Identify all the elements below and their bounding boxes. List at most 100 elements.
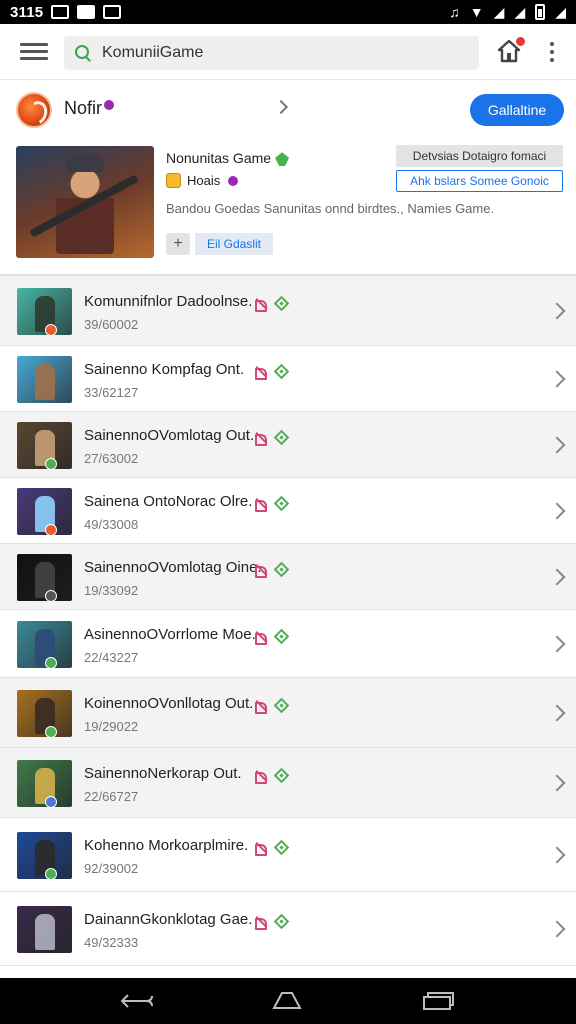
chevron-right-icon[interactable] xyxy=(548,502,566,520)
chevron-right-icon[interactable] xyxy=(548,774,566,792)
diamond-icon[interactable] xyxy=(273,561,290,578)
list-item-subtitle: 22/66727 xyxy=(84,789,139,804)
diamond-icon[interactable] xyxy=(273,295,290,312)
list-item[interactable]: Sainena OntoNorac Olre. 49/33008 xyxy=(0,478,576,544)
diamond-icon[interactable] xyxy=(273,495,290,512)
status-badge xyxy=(45,590,57,602)
featured-description: Bandou Goedas Sanunitas onnd birdtes., N… xyxy=(166,201,495,216)
mute-icon[interactable] xyxy=(254,563,267,578)
status-bar: 3115 ♫ ▼ ◢ ◢ ◢ xyxy=(0,0,576,24)
chevron-right-icon[interactable] xyxy=(548,568,566,586)
mute-icon[interactable] xyxy=(254,699,267,714)
diamond-icon[interactable] xyxy=(273,767,290,784)
list-item-subtitle: 92/39002 xyxy=(84,861,139,876)
list-item[interactable]: SainennoOVomlotag Out. 27/63002 xyxy=(0,412,576,478)
outline-pill-button[interactable]: Ahk bslars Somee Gonoic xyxy=(396,170,563,192)
mute-icon[interactable] xyxy=(254,915,267,930)
diamond-icon[interactable] xyxy=(273,363,290,380)
list-item-subtitle: 19/29022 xyxy=(84,719,139,734)
list-item-title: Sainena OntoNorac Olre. xyxy=(84,493,253,510)
mute-icon[interactable] xyxy=(254,365,267,380)
list-item-subtitle: 27/63002 xyxy=(84,451,139,466)
game-list: Komunnifnlor Dadoolnse. 39/60002 Sainenno … xyxy=(0,276,576,966)
diamond-icon[interactable] xyxy=(273,913,290,930)
avatar[interactable] xyxy=(16,92,52,128)
list-item-icons xyxy=(254,697,290,714)
verified-icon xyxy=(104,100,115,110)
wifi-icon: ▼ xyxy=(469,4,484,20)
battery-icon xyxy=(535,4,546,20)
mute-icon[interactable] xyxy=(254,630,267,645)
status-badge xyxy=(45,458,57,470)
list-item-icons xyxy=(254,767,290,784)
leaf-icon xyxy=(275,152,290,167)
tag-chip[interactable]: Eil Gdaslit xyxy=(195,233,273,255)
home-nav-icon[interactable] xyxy=(272,990,302,1010)
chevron-right-icon[interactable] xyxy=(548,846,566,864)
status-badge xyxy=(45,657,57,669)
game-thumbnail xyxy=(17,356,72,403)
mute-icon[interactable] xyxy=(254,769,267,784)
list-item[interactable]: KoinennoOVonllotag Out. 19/29022 xyxy=(0,678,576,748)
list-item[interactable]: Kohenno Morkoarpl​mire. 92/39002 xyxy=(0,818,576,892)
menu-icon[interactable] xyxy=(20,43,48,60)
profile-row: Nofir Gallaltine xyxy=(0,84,576,136)
list-item-icons xyxy=(254,913,290,930)
list-item[interactable]: Komunnifnlor Dadoolnse. 39/60002 xyxy=(0,276,576,346)
navigation-bar xyxy=(0,978,576,1024)
mute-icon[interactable] xyxy=(254,841,267,856)
diamond-icon[interactable] xyxy=(273,429,290,446)
notification-icon xyxy=(51,5,70,19)
status-badge xyxy=(45,524,57,536)
diamond-icon[interactable] xyxy=(273,839,290,856)
chevron-right-icon[interactable] xyxy=(548,436,566,454)
chevron-right-icon[interactable] xyxy=(548,920,566,938)
chevron-right-icon[interactable] xyxy=(548,370,566,388)
featured-title-text: Nonunitas Game xyxy=(166,150,272,166)
add-button[interactable]: + xyxy=(166,233,190,255)
status-badge xyxy=(45,868,57,880)
list-item-title: DainannGkonklotag Gae. xyxy=(84,911,253,928)
featured-game-image[interactable] xyxy=(16,146,154,258)
status-time: 3115 xyxy=(10,3,44,21)
list-item[interactable]: SainennoOVomlotag Oine. 19/33092 xyxy=(0,544,576,610)
back-icon[interactable] xyxy=(120,992,154,1010)
mute-icon[interactable] xyxy=(254,297,267,312)
list-item[interactable]: AsinennoOVorrlome Moe. 22/43227 xyxy=(0,610,576,678)
status-badge xyxy=(45,726,57,738)
profile-name[interactable]: Nofir xyxy=(64,98,115,119)
signal-icon: ◢ xyxy=(493,4,505,20)
chevron-right-icon[interactable] xyxy=(548,704,566,722)
list-item[interactable]: DainannGkonklotag Gae. 49/32333 xyxy=(0,892,576,966)
list-item-icons xyxy=(254,363,290,380)
mute-icon[interactable] xyxy=(254,431,267,446)
diamond-icon[interactable] xyxy=(273,697,290,714)
app-bar: KomuniiGame xyxy=(0,24,576,80)
details-pill-button[interactable]: Detvsias Dotaigro fomaci xyxy=(396,145,563,167)
chevron-right-icon[interactable] xyxy=(273,99,289,115)
list-item-title: SainennoNerkorap Out. xyxy=(84,765,242,782)
home-icon[interactable] xyxy=(496,36,526,64)
chevron-right-icon[interactable] xyxy=(548,302,566,320)
signal-icon: ◢ xyxy=(514,4,526,20)
diamond-icon[interactable] xyxy=(273,628,290,645)
list-item[interactable]: SainennoNerkorap Out. 22/66727 xyxy=(0,748,576,818)
more-options-icon[interactable] xyxy=(548,42,556,62)
notification-icon xyxy=(77,5,96,19)
list-item[interactable]: Sainenno Kompfag Ont. 33/62127 xyxy=(0,346,576,412)
list-item-icons xyxy=(254,628,290,645)
list-item-subtitle: 33/62127 xyxy=(84,385,139,400)
search-icon xyxy=(74,44,92,62)
notification-badge xyxy=(515,36,526,47)
list-item-title: Kohenno Morkoarpl​mire. xyxy=(84,837,249,854)
primary-action-button[interactable]: Gallaltine xyxy=(470,94,564,126)
notification-icon xyxy=(103,5,122,19)
mute-icon[interactable] xyxy=(254,497,267,512)
search-input[interactable]: KomuniiGame xyxy=(64,36,479,70)
list-item-subtitle: 49/33008 xyxy=(84,517,139,532)
music-icon: ♫ xyxy=(449,4,460,20)
featured-title: Nonunitas Game xyxy=(166,150,290,167)
list-item-subtitle: 39/60002 xyxy=(84,317,139,332)
chevron-right-icon[interactable] xyxy=(548,635,566,653)
recents-icon[interactable] xyxy=(422,992,454,1010)
